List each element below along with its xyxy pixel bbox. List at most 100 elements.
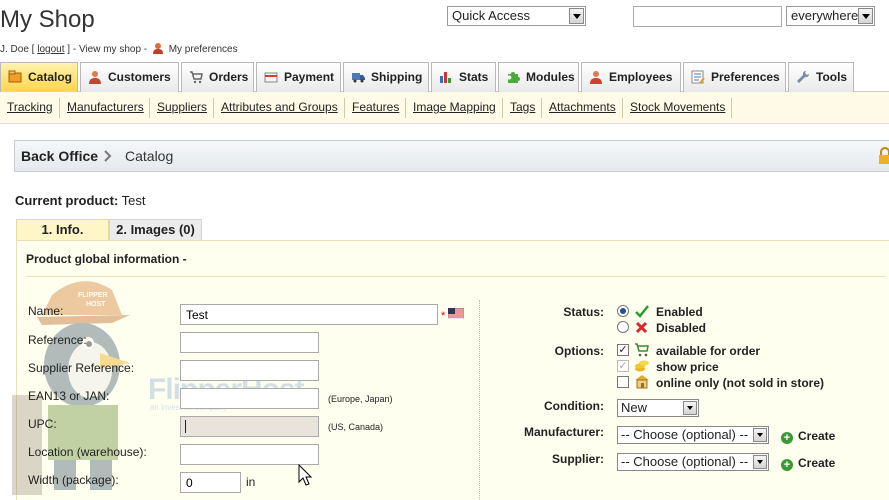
manufacturer-select[interactable]: -- Choose (optional) -- <box>617 426 769 444</box>
status-disabled-radio[interactable] <box>617 321 629 333</box>
divider <box>405 98 406 118</box>
view-shop-link[interactable]: View my shop <box>79 44 141 55</box>
location-label: Location (warehouse): <box>28 445 147 459</box>
divider <box>149 98 150 118</box>
my-preferences-link[interactable]: My preferences <box>169 44 238 55</box>
manufacturer-label: Manufacturer: <box>523 425 604 439</box>
shop-title: My Shop <box>0 6 95 33</box>
tab-preferences[interactable]: Preferences <box>683 62 786 92</box>
divider <box>502 98 503 118</box>
tab-product-images[interactable]: 2. Images (0) <box>109 219 202 240</box>
breadcrumb-root[interactable]: Back Office <box>21 148 98 164</box>
tab-label: Customers <box>108 70 171 84</box>
subnav-stock-movements[interactable]: Stock Movements <box>630 100 725 114</box>
chevron-right-icon <box>104 150 112 162</box>
supplier-select[interactable]: -- Choose (optional) -- <box>617 453 769 471</box>
online-only-label: online only (not sold in store) <box>656 376 824 390</box>
main-tab-bar: Catalog Customers Orders Payment Shippin… <box>0 62 889 92</box>
tab-label: Employees <box>609 70 673 84</box>
reference-input[interactable] <box>180 332 319 353</box>
quick-access-value: Quick Access <box>452 8 531 23</box>
logout-link[interactable]: logout <box>37 44 64 55</box>
tab-label: Preferences <box>711 70 780 84</box>
search-scope-value: everywhere <box>791 8 859 23</box>
tab-label: Catalog <box>28 70 73 84</box>
subnav-tracking[interactable]: Tracking <box>7 100 53 114</box>
ean-label: EAN13 or JAN: <box>28 389 110 403</box>
preferences-icon <box>691 70 705 84</box>
subnav-attributes-groups[interactable]: Attributes and Groups <box>221 100 338 114</box>
status-label: Status: <box>563 305 604 319</box>
column-divider <box>479 300 480 500</box>
status-enabled-radio[interactable] <box>617 305 629 317</box>
subnav-tags[interactable]: Tags <box>510 100 535 114</box>
subnav-attachments[interactable]: Attachments <box>549 100 616 114</box>
create-label: Create <box>798 429 836 443</box>
current-product-label: Current product: <box>15 193 119 208</box>
mascot-logo: FLIPPER HOST <box>12 281 130 495</box>
mouse-cursor-icon <box>298 464 312 486</box>
reference-label: Reference: <box>28 333 87 347</box>
tab-employees[interactable]: Employees <box>581 62 681 92</box>
catalog-icon <box>8 70 22 83</box>
coins-icon <box>635 360 649 372</box>
tab-tools[interactable]: Tools <box>788 62 854 92</box>
cart-icon <box>190 71 203 84</box>
location-input[interactable] <box>180 444 319 465</box>
divider <box>344 98 345 118</box>
width-input[interactable] <box>180 472 241 493</box>
panel-title: Product global information - <box>26 252 187 266</box>
current-product-name: Test <box>121 193 146 208</box>
truck-icon <box>352 73 365 83</box>
supplier-reference-label: Supplier Reference: <box>28 361 135 375</box>
tab-modules[interactable]: Modules <box>498 62 579 92</box>
tab-payment[interactable]: Payment <box>256 62 341 92</box>
condition-label: Condition: <box>544 399 604 413</box>
employee-icon <box>590 71 602 84</box>
tab-shipping[interactable]: Shipping <box>343 62 429 92</box>
options-label: Options: <box>554 344 604 358</box>
show-price-checkbox[interactable]: ✓ <box>617 360 629 372</box>
tab-stats[interactable]: Stats <box>431 62 496 92</box>
breadcrumb: Back Office Catalog <box>14 140 889 172</box>
subnav-image-mapping[interactable]: Image Mapping <box>413 100 496 114</box>
tab-product-info[interactable]: 1. Info. <box>16 219 109 240</box>
cart-add-icon <box>635 343 649 357</box>
online-only-checkbox[interactable] <box>617 376 629 388</box>
manufacturer-value: -- Choose (optional) -- <box>621 427 749 442</box>
chevron-down-icon <box>753 428 767 442</box>
tab-orders[interactable]: Orders <box>181 62 254 92</box>
check-icon <box>635 305 649 318</box>
available-for-order-checkbox[interactable]: ✓ <box>617 344 629 356</box>
tab-label: Tools <box>816 70 848 84</box>
ean-input[interactable] <box>180 388 319 409</box>
create-label: Create <box>798 456 836 470</box>
quick-access-select[interactable]: Quick Access <box>447 6 586 26</box>
create-supplier-link[interactable]: + Create <box>781 456 835 471</box>
tab-customers[interactable]: Customers <box>80 62 179 92</box>
lock-icon[interactable] <box>877 147 889 165</box>
subnav-features[interactable]: Features <box>352 100 399 114</box>
text-cursor <box>185 420 186 433</box>
divider <box>622 98 623 118</box>
puzzle-icon <box>508 72 520 83</box>
upc-input[interactable] <box>180 416 319 437</box>
subnav-suppliers[interactable]: Suppliers <box>157 100 207 114</box>
plus-icon: + <box>781 432 793 444</box>
current-product: Current product: Test <box>15 193 146 208</box>
name-input[interactable] <box>180 304 438 325</box>
us-flag-icon[interactable] <box>448 308 464 319</box>
subnav-manufacturers[interactable]: Manufacturers <box>67 100 144 114</box>
supplier-value: -- Choose (optional) -- <box>621 454 749 469</box>
supplier-reference-input[interactable] <box>180 360 319 381</box>
tab-label: Payment <box>284 70 335 84</box>
condition-select[interactable]: New <box>617 399 699 417</box>
search-scope-select[interactable]: everywhere <box>786 6 875 26</box>
required-mark: * <box>441 310 446 322</box>
search-input[interactable] <box>633 6 782 27</box>
chevron-down-icon <box>753 455 767 469</box>
width-label: Width (package): <box>28 473 119 487</box>
customers-icon <box>89 71 101 84</box>
tab-catalog[interactable]: Catalog <box>0 62 78 92</box>
create-manufacturer-link[interactable]: + Create <box>781 429 835 444</box>
